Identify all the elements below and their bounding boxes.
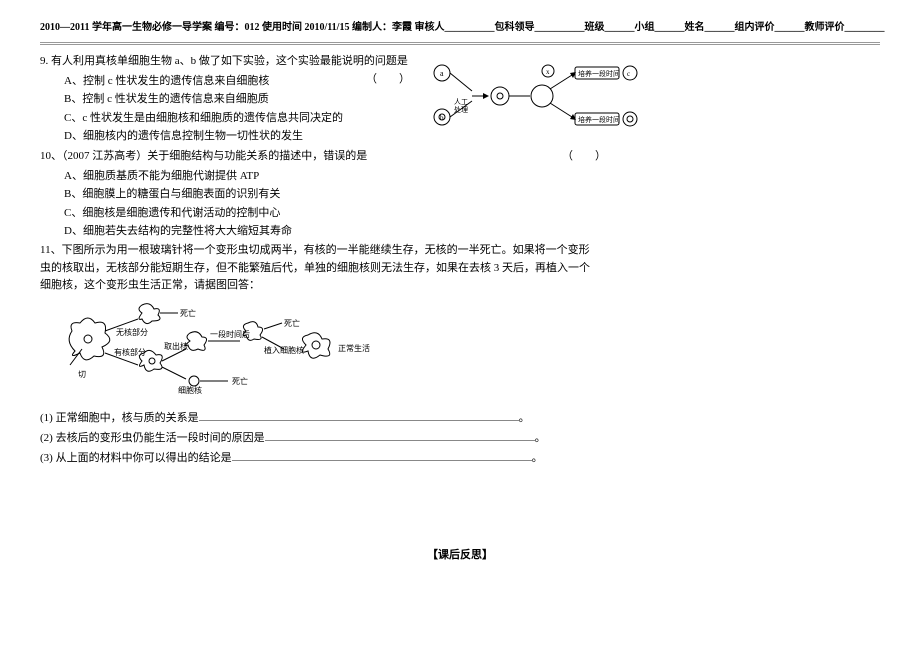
svg-text:死亡: 死亡 — [232, 376, 248, 386]
blank[interactable] — [232, 448, 532, 461]
svg-text:死亡: 死亡 — [180, 308, 196, 318]
q10-optC: C、细胞核是细胞遗传和代谢活动的控制中心 — [64, 205, 600, 223]
q10-optA: A、细胞质基质不能为细胞代谢提供 ATP — [64, 168, 600, 186]
svg-text:c: c — [627, 70, 630, 78]
q10-stem: 10、（2007 江苏高考）关于细胞结构与功能关系的描述中，错误的是 — [40, 150, 367, 162]
sub2: (2) 去核后的变形虫仍能生活一段时间的原因是 — [40, 432, 265, 444]
svg-text:a: a — [440, 69, 444, 78]
svg-text:取出核: 取出核 — [164, 341, 188, 351]
q9-stem: 9. 有人利用真核单细胞生物 a、b 做了如下实验，这个实验最能说明的问题是 — [40, 55, 408, 67]
svg-text:培养一段时间: 培养一段时间 — [578, 69, 620, 78]
svg-text:有核部分: 有核部分 — [114, 347, 146, 357]
sub-questions: (1) 正常细胞中，核与质的关系是。 (2) 去核后的变形虫仍能生活一段时间的原… — [40, 408, 590, 467]
q10-optB: B、细胞膜上的糖蛋白与细胞表面的识别有关 — [64, 186, 600, 204]
svg-text:x: x — [546, 68, 550, 76]
svg-text:培养一段时间: 培养一段时间 — [578, 115, 620, 124]
svg-text:处理: 处理 — [454, 105, 468, 114]
svg-text:正常生活: 正常生活 — [338, 343, 370, 353]
q9-optD: D、细胞核内的遗传信息控制生物一切性状的发生 — [64, 128, 420, 146]
blank[interactable] — [265, 428, 535, 441]
question-10: 10、（2007 江苏高考）关于细胞结构与功能关系的描述中，错误的是（ ） A、… — [40, 148, 600, 241]
blank[interactable] — [199, 408, 519, 421]
svg-text:切: 切 — [78, 370, 86, 379]
q9-optB: B、控制 c 性状发生的遗传信息来自细胞质 — [64, 91, 420, 109]
figure-2-diagram: 切 无核部分 死亡 有核部分 取出核 细胞核 一段时间后 死亡 植入细胞核 正常… — [60, 301, 400, 403]
svg-text:人工: 人工 — [454, 98, 468, 106]
question-11: 11、下图所示为用一根玻璃针将一个变形虫切成两半，有核的一半能继续生存，无核的一… — [40, 242, 600, 295]
q9-optC: C、c 性状发生是由细胞核和细胞质的遗传信息共同决定的 — [64, 110, 420, 128]
sub1: (1) 正常细胞中，核与质的关系是 — [40, 412, 199, 424]
divider — [40, 42, 880, 45]
svg-text:死亡: 死亡 — [284, 318, 300, 328]
figure-1-diagram: a b 人工处理 x 培养一段时间 培养一段时间 c — [430, 61, 640, 151]
reflection-heading: 【课后反思】 — [40, 547, 880, 565]
content: 9. 有人利用真核单细胞生物 a、b 做了如下实验，这个实验最能说明的问题是 （ … — [40, 53, 880, 565]
svg-text:无核部分: 无核部分 — [116, 327, 148, 337]
svg-text:细胞核: 细胞核 — [178, 385, 202, 395]
q11-stem: 11、下图所示为用一根玻璃针将一个变形虫切成两半，有核的一半能继续生存，无核的一… — [40, 242, 600, 295]
header-line: 2010—2011 学年高一生物必修一导学案 编号：012 使用时间 2010/… — [40, 20, 880, 36]
sub3: (3) 从上面的材料中你可以得出的结论是 — [40, 452, 232, 464]
svg-text:b: b — [440, 114, 444, 122]
q10-optD: D、细胞若失去结构的完整性将大大缩短其寿命 — [64, 223, 600, 241]
svg-text:植入细胞核: 植入细胞核 — [264, 345, 304, 355]
question-9: 9. 有人利用真核单细胞生物 a、b 做了如下实验，这个实验最能说明的问题是 （ … — [40, 53, 420, 146]
svg-text:一段时间后: 一段时间后 — [210, 329, 250, 339]
q9-paren: （ ） — [366, 71, 410, 89]
